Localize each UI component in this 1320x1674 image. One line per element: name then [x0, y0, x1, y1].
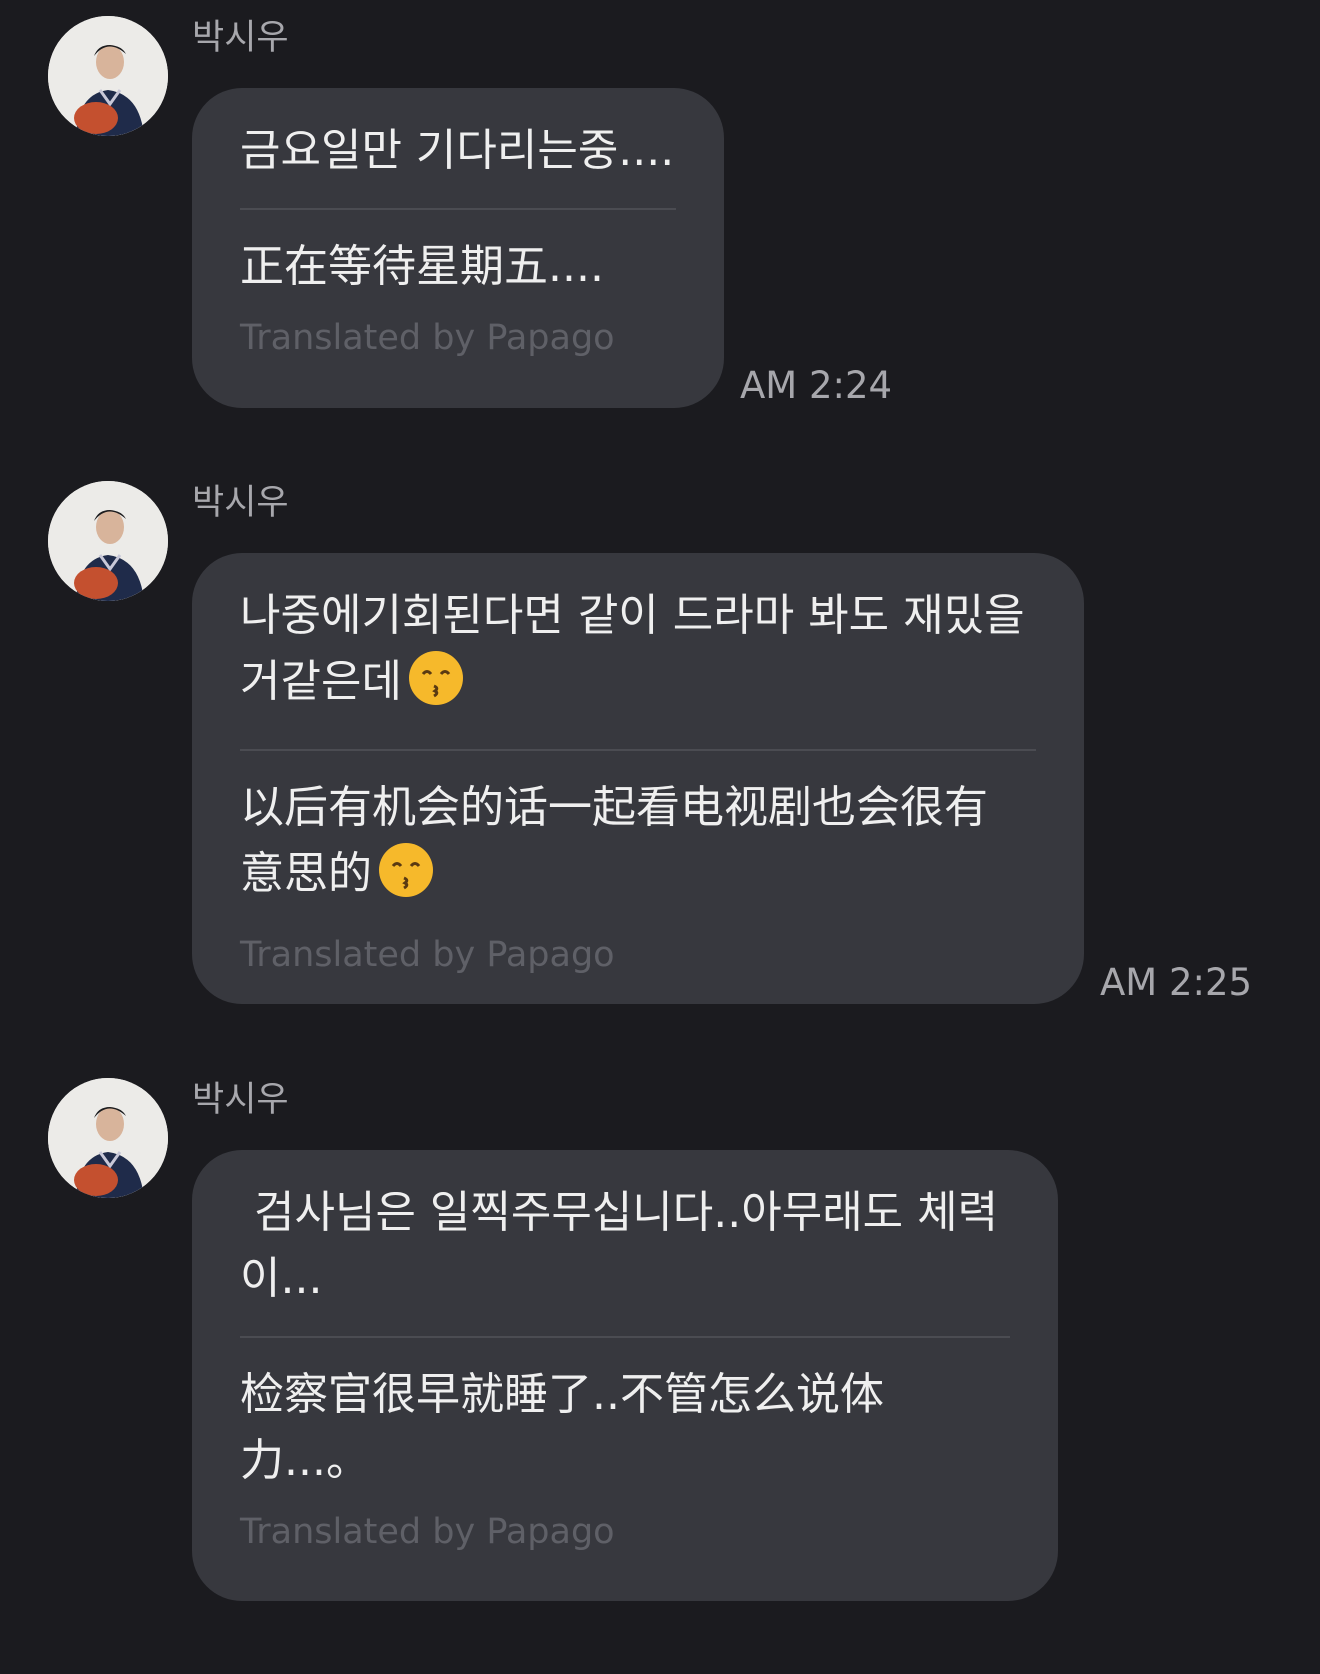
message-timestamp: AM 2:25	[1100, 961, 1253, 1004]
translation-divider	[240, 208, 676, 210]
sender-name: 박시우	[192, 483, 289, 523]
sender-avatar[interactable]	[48, 481, 168, 601]
original-message: 검사님은 일찍주무십니다..아무래도 체력이...	[240, 1187, 999, 1304]
kissing-smiling-eyes-emoji-icon	[408, 650, 464, 725]
sender-avatar[interactable]	[48, 1078, 168, 1198]
translated-message-text: 以后有机会的话一起看电视剧也会很有意思的	[240, 782, 988, 899]
translation-divider	[240, 1336, 1010, 1338]
kissing-smiling-eyes-emoji-icon	[378, 842, 434, 917]
translated-message: 以后有机会的话一起看电视剧也会很有意思的	[240, 775, 1000, 917]
translated-message: 正在等待星期五....	[240, 241, 604, 292]
message-bubble[interactable]: 검사님은 일찍주무십니다..아무래도 체력이... 检察官很早就睡了..不管怎么…	[192, 1150, 1058, 1601]
avatar-photo	[48, 481, 168, 601]
message-bubble[interactable]: 나중에기회된다면 같이 드라마 봐도 재밌을 거같은데 以后有机会的话一起看电视…	[192, 553, 1084, 1004]
message-bubble[interactable]: 금요일만 기다리는중.... 正在等待星期五.... Translated by…	[192, 88, 724, 408]
translated-by-label: Translated by Papago	[240, 1512, 615, 1552]
message-timestamp: AM 2:24	[740, 364, 893, 407]
sender-name: 박시우	[192, 1080, 289, 1120]
translated-by-label: Translated by Papago	[240, 318, 615, 358]
sender-avatar[interactable]	[48, 16, 168, 136]
translation-divider	[240, 749, 1036, 751]
translated-message: 检察官很早就睡了..不管怎么说体力...。	[240, 1369, 884, 1486]
avatar-photo	[48, 16, 168, 136]
sender-name: 박시우	[192, 18, 289, 58]
original-message: 나중에기회된다면 같이 드라마 봐도 재밌을 거같은데	[240, 583, 1040, 725]
avatar-photo	[48, 1078, 168, 1198]
translated-by-label: Translated by Papago	[240, 935, 615, 975]
original-message: 금요일만 기다리는중....	[240, 125, 675, 176]
original-message-text: 나중에기회된다면 같이 드라마 봐도 재밌을 거같은데	[240, 590, 1039, 707]
